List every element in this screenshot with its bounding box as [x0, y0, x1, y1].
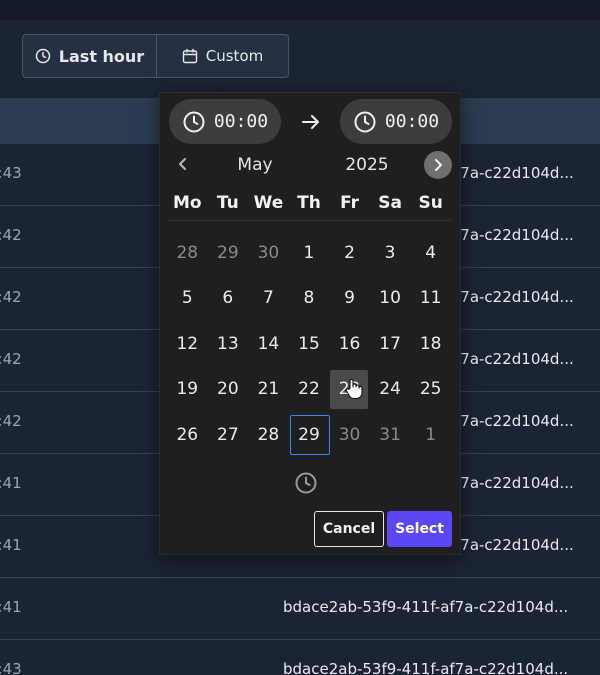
- next-month-button[interactable]: [424, 151, 452, 179]
- top-bar: [0, 0, 600, 20]
- date-range-picker: 00:00 00:00 May 2025 Mo Tu We Th Fr Sa S…: [159, 92, 461, 555]
- weekday-label: Su: [418, 193, 443, 213]
- weekday-label: Tu: [216, 193, 239, 213]
- row-id: f7a-c22d104d...: [455, 226, 574, 244]
- calendar-day[interactable]: 2: [329, 230, 370, 276]
- row-time: 5:41: [0, 474, 22, 492]
- row-time: 5:42: [0, 350, 22, 368]
- clock-icon: [183, 111, 205, 132]
- calendar-day[interactable]: 17: [370, 321, 411, 367]
- calendar-day[interactable]: 30: [248, 230, 289, 276]
- table-row[interactable]: 5:43 bdace2ab-53f9-411f-af7a-c22d104d...: [0, 640, 600, 675]
- row-time: 5:42: [0, 412, 22, 430]
- last-hour-label: Last hour: [58, 46, 145, 66]
- calendar-day[interactable]: 30: [329, 412, 370, 458]
- calendar-day[interactable]: 29: [208, 230, 249, 276]
- previous-month-button[interactable]: [172, 153, 194, 175]
- calendar-day[interactable]: 7: [248, 276, 289, 322]
- time-range-selector: Last hour Custom: [22, 34, 289, 78]
- clock-icon[interactable]: [294, 471, 318, 495]
- calendar-day[interactable]: 10: [370, 276, 411, 322]
- start-time-field[interactable]: 00:00: [169, 99, 281, 144]
- custom-label: Custom: [205, 47, 264, 65]
- calendar-day[interactable]: 13: [208, 321, 249, 367]
- start-time-value: 00:00: [213, 111, 269, 132]
- calendar-day[interactable]: 28: [248, 412, 289, 458]
- calendar-icon: [182, 48, 197, 64]
- weekday-label: We: [253, 193, 284, 213]
- clock-icon: [354, 111, 376, 132]
- cancel-button[interactable]: Cancel: [314, 511, 384, 547]
- calendar-day[interactable]: 22: [289, 367, 330, 413]
- weekday-label: Mo: [172, 193, 202, 213]
- calendar-day[interactable]: 15: [289, 321, 330, 367]
- calendar-week: 12 13 14 15 16 17 18: [167, 321, 451, 367]
- calendar-day[interactable]: 19: [167, 367, 208, 413]
- row-id: f7a-c22d104d...: [455, 474, 574, 492]
- calendar-day[interactable]: 11: [410, 276, 451, 322]
- end-time-value: 00:00: [384, 111, 440, 132]
- row-id: f7a-c22d104d...: [455, 412, 574, 430]
- year-selector[interactable]: 2025: [332, 155, 402, 175]
- hand-cursor-icon: [345, 379, 363, 400]
- calendar-day[interactable]: 24: [370, 367, 411, 413]
- row-id: bdace2ab-53f9-411f-af7a-c22d104d...: [283, 660, 569, 675]
- calendar-day[interactable]: 8: [289, 276, 330, 322]
- weekday-label: Th: [297, 193, 321, 213]
- row-time: 5:42: [0, 226, 22, 244]
- calendar-day-today[interactable]: 29: [289, 412, 330, 458]
- select-button[interactable]: Select: [387, 511, 452, 547]
- month-selector[interactable]: May: [220, 155, 290, 175]
- calendar-grid: 28 29 30 1 2 3 4 5 6 7 8 9 10 11 12 13 1…: [167, 230, 451, 458]
- calendar-day[interactable]: 12: [167, 321, 208, 367]
- calendar-day[interactable]: 9: [329, 276, 370, 322]
- calendar-week: 19 20 21 22 23 24 25: [167, 367, 451, 413]
- calendar-day[interactable]: 27: [208, 412, 249, 458]
- custom-range-button[interactable]: Custom: [157, 35, 288, 77]
- calendar-day[interactable]: 5: [167, 276, 208, 322]
- row-id: f7a-c22d104d...: [455, 536, 574, 554]
- calendar-day[interactable]: 20: [208, 367, 249, 413]
- calendar-day[interactable]: 18: [410, 321, 451, 367]
- calendar-day[interactable]: 21: [248, 367, 289, 413]
- calendar-day[interactable]: 3: [370, 230, 411, 276]
- clock-icon: [35, 48, 51, 64]
- calendar-week: 26 27 28 29 30 31 1: [167, 412, 451, 458]
- calendar-week: 5 6 7 8 9 10 11: [167, 276, 451, 322]
- row-time: 5:41: [0, 598, 22, 616]
- calendar-day[interactable]: 25: [410, 367, 451, 413]
- calendar-day[interactable]: 14: [248, 321, 289, 367]
- row-time: 5:42: [0, 288, 22, 306]
- row-time: 5:43: [0, 164, 22, 182]
- arrow-right-icon: [302, 115, 319, 129]
- weekday-header: Mo Tu We Th Fr Sa Su: [167, 193, 451, 221]
- weekday-label: Fr: [340, 193, 359, 213]
- row-id: f7a-c22d104d...: [455, 288, 574, 306]
- end-time-field[interactable]: 00:00: [340, 99, 452, 144]
- weekday-label: Sa: [378, 193, 402, 213]
- row-id: f7a-c22d104d...: [455, 164, 574, 182]
- row-time: 5:43: [0, 660, 22, 675]
- calendar-day[interactable]: 1: [410, 412, 451, 458]
- table-row[interactable]: 5:41 bdace2ab-53f9-411f-af7a-c22d104d...: [0, 578, 600, 640]
- chevron-right-icon: [435, 159, 442, 171]
- calendar-day[interactable]: 1: [289, 230, 330, 276]
- calendar-day[interactable]: 4: [410, 230, 451, 276]
- row-id: bdace2ab-53f9-411f-af7a-c22d104d...: [283, 598, 569, 616]
- calendar-week: 28 29 30 1 2 3 4: [167, 230, 451, 276]
- calendar-day[interactable]: 6: [208, 276, 249, 322]
- row-id: f7a-c22d104d...: [455, 350, 574, 368]
- last-hour-button[interactable]: Last hour: [23, 35, 157, 77]
- calendar-day[interactable]: 31: [370, 412, 411, 458]
- row-time: 5:41: [0, 536, 22, 554]
- calendar-day[interactable]: 16: [329, 321, 370, 367]
- chevron-left-icon: [179, 158, 186, 170]
- calendar-day[interactable]: 26: [167, 412, 208, 458]
- calendar-day[interactable]: 28: [167, 230, 208, 276]
